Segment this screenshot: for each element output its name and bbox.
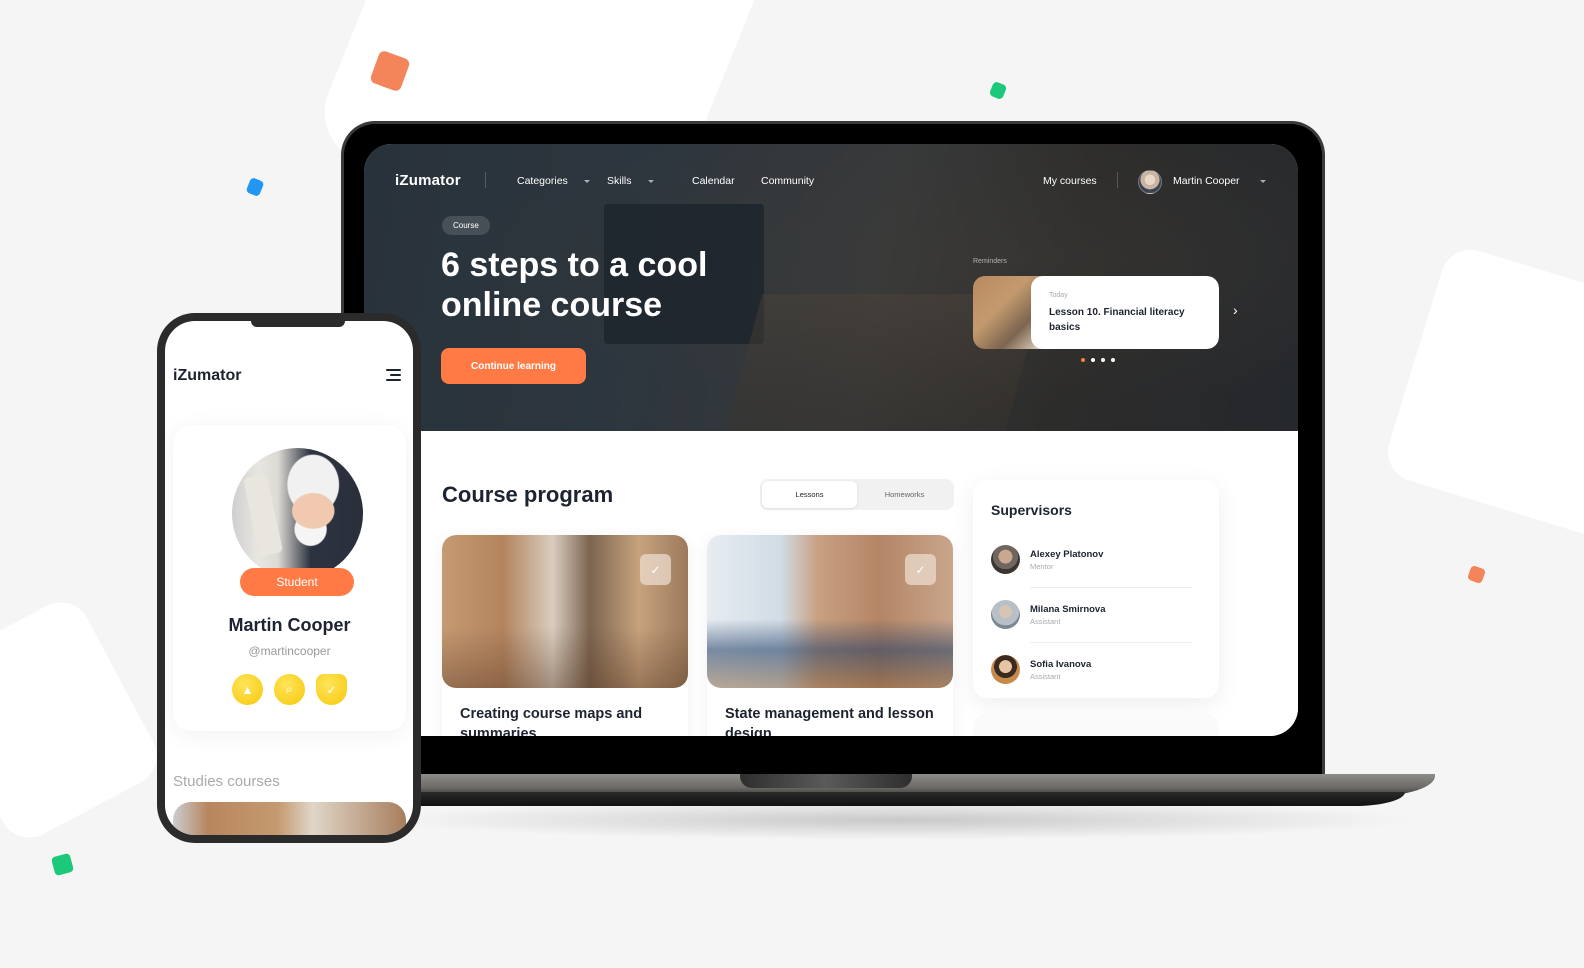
- decorative-square-orange: [1466, 564, 1487, 585]
- supervisor-item[interactable]: Milana Smirnova Assistant: [991, 587, 1201, 642]
- chevron-down-icon: [647, 179, 654, 183]
- hero-banner: iZumator Categories Skills Calendar Comm…: [364, 144, 1298, 431]
- supervisor-item[interactable]: Alexey Platonov Mentor: [991, 532, 1201, 587]
- reminders-label: Reminders: [973, 258, 1007, 265]
- decorative-square-green: [50, 852, 75, 877]
- decorative-square-green: [988, 80, 1008, 101]
- pagination-dot[interactable]: [1111, 358, 1115, 362]
- laptop-screen: iZumator Categories Skills Calendar Comm…: [364, 144, 1298, 736]
- reminder-date: Today: [1049, 292, 1068, 299]
- supervisor-item[interactable]: Sofia Ivanova Assistant: [991, 642, 1201, 697]
- user-avatar[interactable]: [1138, 170, 1162, 194]
- avatar: [991, 655, 1020, 684]
- reminder-card[interactable]: Today Lesson 10. Financial literacy basi…: [973, 276, 1219, 349]
- nav-item-categories[interactable]: Categories: [517, 175, 590, 187]
- search-icon[interactable]: ⌕: [274, 674, 305, 705]
- achievement-badges: ▲ ⌕ ✓: [232, 674, 347, 705]
- laptop-hinge-notch: [740, 774, 912, 788]
- next-panel-placeholder: [973, 713, 1219, 736]
- course-program-title: Course program: [442, 482, 614, 507]
- chevron-down-icon: [583, 179, 590, 183]
- top-nav: iZumator Categories Skills Calendar Comm…: [364, 144, 1298, 220]
- avatar: [991, 545, 1020, 574]
- supervisor-name: Milana Smirnova: [1030, 603, 1106, 615]
- logo[interactable]: iZumator: [173, 367, 241, 385]
- pagination-dot[interactable]: [1081, 358, 1085, 362]
- logo[interactable]: iZumator: [395, 172, 461, 189]
- supervisor-role: Assistant: [1030, 671, 1061, 681]
- profile-name: Martin Cooper: [228, 615, 351, 635]
- course-image: ✓: [707, 535, 953, 688]
- nav-item-community[interactable]: Community: [761, 175, 814, 187]
- reminder-title: Lesson 10. Financial literacy basics: [1049, 307, 1185, 333]
- reminder-body: Today Lesson 10. Financial literacy basi…: [1031, 276, 1219, 349]
- shield-check-icon[interactable]: ✓: [316, 674, 347, 705]
- studies-courses-label: Studies courses: [173, 773, 280, 790]
- nav-divider: [485, 172, 486, 188]
- pagination-dot[interactable]: [1091, 358, 1095, 362]
- nav-item-label: Skills: [607, 175, 632, 187]
- check-icon[interactable]: ✓: [640, 554, 671, 585]
- continue-learning-button[interactable]: Continue learning: [441, 348, 586, 384]
- phone-notch: [251, 321, 345, 327]
- nav-item-calendar[interactable]: Calendar: [692, 175, 735, 187]
- supervisors-list: Alexey Platonov Mentor Milana Smirnova A…: [991, 532, 1201, 697]
- avatar: [991, 600, 1020, 629]
- course-image: ✓: [442, 535, 688, 688]
- carousel-pagination: [1081, 358, 1115, 362]
- my-courses-label: My courses: [1043, 175, 1097, 187]
- course-content: Course program Lessons Homeworks ✓ Creat…: [364, 431, 1298, 736]
- graduation-cap-icon[interactable]: ▲: [232, 674, 263, 705]
- decorative-square-blue: [245, 176, 265, 198]
- chevron-right-icon[interactable]: ›: [1233, 302, 1238, 318]
- course-thumbnail[interactable]: [173, 802, 406, 835]
- role-badge: Student: [240, 568, 354, 596]
- tab-homeworks[interactable]: Homeworks: [857, 481, 952, 508]
- my-courses-link[interactable]: My courses: [1043, 175, 1097, 187]
- check-icon[interactable]: ✓: [905, 554, 936, 585]
- nav-item-label: Categories: [517, 175, 568, 187]
- chevron-down-icon: [1259, 179, 1266, 183]
- supervisor-role: Mentor: [1030, 561, 1054, 571]
- program-tabs: Lessons Homeworks: [760, 479, 954, 510]
- supervisors-panel: Supervisors Alexey Platonov Mentor Milan…: [973, 480, 1219, 698]
- supervisor-role: Assistant: [1030, 616, 1061, 626]
- nav-item-skills[interactable]: Skills: [607, 175, 654, 187]
- tab-lessons[interactable]: Lessons: [762, 481, 857, 508]
- course-title: Creating course maps and summaries: [460, 706, 643, 736]
- course-card[interactable]: ✓ Creating course maps and summaries: [442, 535, 688, 736]
- category-tag: Course: [442, 216, 490, 235]
- laptop-base-edge: [345, 792, 1405, 806]
- background-shape: [1380, 242, 1584, 548]
- nav-divider: [1117, 172, 1118, 188]
- supervisors-title: Supervisors: [991, 502, 1072, 518]
- supervisor-name: Sofia Ivanova: [1030, 658, 1092, 670]
- nav-item-label: Community: [761, 175, 815, 187]
- course-card[interactable]: ✓ State management and lesson design: [707, 535, 953, 736]
- nav-item-label: Calendar: [692, 175, 735, 187]
- pagination-dot[interactable]: [1101, 358, 1105, 362]
- laptop-shadow: [380, 800, 1420, 840]
- user-name: Martin Cooper: [1173, 175, 1240, 187]
- profile-card: Student Martin Cooper @martincooper ▲ ⌕ …: [173, 425, 406, 731]
- user-menu[interactable]: Martin Cooper: [1173, 175, 1266, 187]
- hero-title: 6 steps to a cool online course: [441, 246, 708, 324]
- supervisor-name: Alexey Platonov: [1030, 548, 1104, 560]
- profile-handle: @martincooper: [248, 644, 331, 658]
- course-title: State management and lesson design: [725, 706, 934, 736]
- background-shape: [0, 591, 167, 849]
